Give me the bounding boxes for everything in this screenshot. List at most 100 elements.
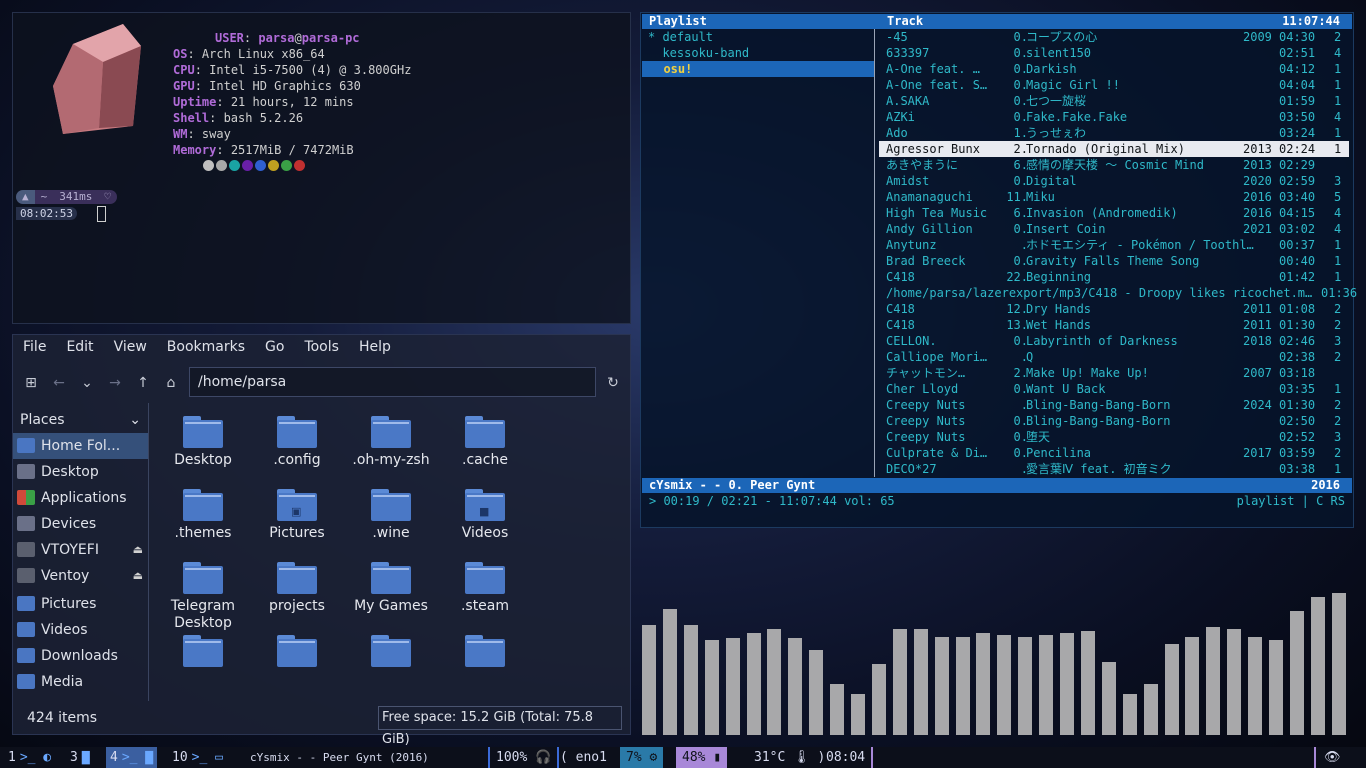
menu-bookmarks[interactable]: Bookmarks bbox=[167, 335, 245, 359]
file-item[interactable] bbox=[445, 630, 525, 671]
file-item[interactable]: Telegram Desktop bbox=[163, 557, 243, 632]
sidebar-item-media[interactable]: Media bbox=[13, 669, 149, 695]
track-row[interactable]: Cher Lloyd 0. Want U Back 03:35 1 bbox=[883, 381, 1349, 397]
track-row[interactable]: A-One feat. … 0. Darkish 04:12 1 bbox=[883, 61, 1349, 77]
visualizer-bar bbox=[830, 683, 845, 735]
home-icon[interactable]: ⌂ bbox=[163, 375, 179, 391]
track-row[interactable]: C418 13. Wet Hands 2011 01:30 2 bbox=[883, 317, 1349, 333]
visualizer-bar bbox=[997, 634, 1012, 735]
menu-view[interactable]: View bbox=[114, 335, 147, 359]
menu-tools[interactable]: Tools bbox=[304, 335, 339, 359]
track-row[interactable]: Brad Breeck 0. Gravity Falls Theme Song 00:… bbox=[883, 253, 1349, 269]
sidebar-item-downloads[interactable]: Downloads bbox=[13, 643, 149, 669]
devices-icon bbox=[17, 516, 35, 531]
tray-icon[interactable]: 👁 bbox=[1314, 747, 1349, 768]
playlist-item[interactable]: kessoku-band bbox=[641, 45, 874, 61]
sidebar-item-home-fol[interactable]: Home Fol... bbox=[13, 433, 149, 459]
sidebar-item-pictures[interactable]: Pictures bbox=[13, 591, 149, 617]
eject-icon[interactable]: ⏏ bbox=[133, 537, 143, 563]
track-row[interactable]: C418 12. Dry Hands 2011 01:08 2 bbox=[883, 301, 1349, 317]
color-swatch bbox=[216, 160, 227, 171]
file-item[interactable]: projects bbox=[257, 557, 337, 615]
workspace-1[interactable]: 1 >_ ◐ bbox=[4, 747, 55, 768]
file-manager-window[interactable]: File Edit View Bookmarks Go Tools Help ⊞… bbox=[12, 334, 631, 747]
track-row[interactable]: High Tea Music 6. Invasion (Andromedik) 201… bbox=[883, 205, 1349, 221]
file-item[interactable]: ■ Videos bbox=[445, 484, 525, 542]
menu-file[interactable]: File bbox=[23, 335, 46, 359]
file-item[interactable]: Desktop bbox=[163, 411, 243, 469]
track-row[interactable]: A.SAKA 0. 七つ一旋桜 01:59 1 bbox=[883, 93, 1349, 109]
file-item[interactable]: .steam bbox=[445, 557, 525, 615]
file-item[interactable] bbox=[163, 630, 243, 671]
track-row[interactable]: 633397 0. silent150 02:51 4 bbox=[883, 45, 1349, 61]
sidebar-item-vtoyefi[interactable]: VTOYEFI ⏏ bbox=[13, 537, 149, 563]
track-count: 3 bbox=[1334, 174, 1342, 188]
terminal-window[interactable]: USER: parsa@parsa-pc OS: Arch Linux x86_… bbox=[12, 12, 631, 324]
forward-icon[interactable]: → bbox=[107, 375, 123, 391]
track-row[interactable]: Agressor Bunx 2. Tornado (Original Mix) 201… bbox=[879, 141, 1349, 157]
eject-icon[interactable]: ⏏ bbox=[133, 563, 143, 589]
path-input[interactable]: /home/parsa bbox=[189, 367, 596, 397]
shell-prompt: ▲ ~ 341ms ♡ bbox=[16, 190, 117, 204]
track-count: 4 bbox=[1334, 222, 1342, 236]
places-header[interactable]: Places ⌄ bbox=[13, 405, 149, 433]
track-row[interactable]: AZKi 0. Fake.Fake.Fake 03:50 4 bbox=[883, 109, 1349, 125]
track-row[interactable]: Anytunz. ホドモエシティ - Pokémon / Toothl… 00:37… bbox=[883, 237, 1349, 253]
menu-help[interactable]: Help bbox=[359, 335, 391, 359]
reload-icon[interactable]: ↻ bbox=[605, 375, 621, 391]
file-item[interactable] bbox=[351, 630, 431, 671]
up-icon[interactable]: ↑ bbox=[135, 375, 151, 391]
track-row[interactable]: チャットモン… 2. Make Up! Make Up! 2007 03:18 bbox=[883, 365, 1349, 381]
track-row[interactable]: Ado 1. うっせぇわ 03:24 1 bbox=[883, 125, 1349, 141]
track-row[interactable]: Culprate & Di… 0. Pencilina 2017 03:59 2 bbox=[883, 445, 1349, 461]
file-item[interactable]: ▣ Pictures bbox=[257, 484, 337, 542]
temperature-indicator: 31°C 🌡 ) bbox=[754, 750, 826, 765]
menu-edit[interactable]: Edit bbox=[66, 335, 93, 359]
file-item[interactable]: .wine bbox=[351, 484, 431, 542]
sidebar-item-applications[interactable]: Applications bbox=[13, 485, 149, 511]
file-item[interactable]: .themes bbox=[163, 484, 243, 542]
sidebar-item-videos[interactable]: Videos bbox=[13, 617, 149, 643]
file-item[interactable]: .oh-my-zsh bbox=[351, 411, 431, 469]
track-row[interactable]: C418 22. Beginning 01:42 1 bbox=[883, 269, 1349, 285]
sidebar-divider bbox=[148, 403, 149, 701]
track-row[interactable]: /home/parsa/lazerexport/mp3/C418 - Droop… bbox=[883, 285, 1357, 301]
new-tab-icon[interactable]: ⊞ bbox=[23, 375, 39, 391]
track-row[interactable]: Creepy Nuts 0. Bling-Bang-Bang-Born 02:50 2 bbox=[883, 413, 1349, 429]
file-item[interactable]: My Games bbox=[351, 557, 431, 615]
workspace-3[interactable]: 3 ▇ bbox=[66, 747, 94, 768]
playlist-item[interactable]: osu! bbox=[642, 61, 874, 77]
volume-indicator[interactable]: 100% 🎧 bbox=[488, 747, 560, 768]
track-title: Want U Back bbox=[1026, 382, 1106, 396]
track-row[interactable]: あきやまうに 6. 感情の摩天楼 ～ Cosmic Mind 2013 02:29 bbox=[883, 157, 1349, 173]
sidebar-item-devices[interactable]: Devices bbox=[13, 511, 149, 537]
track-row[interactable]: Amidst 0. Digital 2020 02:59 3 bbox=[883, 173, 1349, 189]
track-row[interactable]: Andy Gillion 0. Insert Coin 2021 03:02 4 bbox=[883, 221, 1349, 237]
track-row[interactable]: A-One feat. S… 0. Magic Girl !! 04:04 1 bbox=[883, 77, 1349, 93]
track-title: Bling-Bang-Bang-Born bbox=[1026, 414, 1171, 428]
sidebar-item-desktop[interactable]: Desktop bbox=[13, 459, 149, 485]
workspace-4[interactable]: 4 >_ ▇ bbox=[106, 747, 158, 768]
track-row[interactable]: Anamanaguchi 11. Miku 2016 03:40 5 bbox=[883, 189, 1349, 205]
track-number: . bbox=[1020, 398, 1028, 412]
track-row[interactable]: CELLON. 0. Labyrinth of Darkness 2018 02:46 3 bbox=[883, 333, 1349, 349]
file-item[interactable]: .cache bbox=[445, 411, 525, 469]
memory-indicator: 48% ▮ bbox=[676, 747, 728, 768]
music-player-window[interactable]: Playlist Track 11:07:44 * default kessok… bbox=[640, 12, 1357, 528]
track-row[interactable]: Creepy Nuts. Bling-Bang-Bang-Born 2024 01:3… bbox=[883, 397, 1349, 413]
file-item[interactable] bbox=[257, 630, 337, 671]
file-item[interactable]: .config bbox=[257, 411, 337, 469]
track-row[interactable]: DECO*27. 愛言葉Ⅳ feat. 初音ミク 03:38 1 bbox=[883, 461, 1349, 477]
track-artist: Creepy Nuts bbox=[886, 430, 966, 444]
info-gpu: GPU: Intel HD Graphics 630 bbox=[173, 79, 361, 93]
track-row[interactable]: Calliope Mori…. Q 02:38 2 bbox=[883, 349, 1349, 365]
menu-go[interactable]: Go bbox=[265, 335, 284, 359]
track-duration: 04:30 bbox=[1279, 30, 1315, 44]
track-row[interactable]: -45 0. コープスの心 2009 04:30 2 bbox=[883, 29, 1349, 45]
back-icon[interactable]: ← bbox=[51, 375, 67, 391]
sidebar-item-ventoy[interactable]: Ventoy ⏏ bbox=[13, 563, 149, 589]
workspace-10[interactable]: 10 >_ ▭ bbox=[168, 747, 227, 768]
playlist-item[interactable]: * default bbox=[641, 29, 874, 45]
track-row[interactable]: Creepy Nuts 0. 堕天 02:52 3 bbox=[883, 429, 1349, 445]
history-dropdown-icon[interactable]: ⌄ bbox=[79, 375, 95, 391]
